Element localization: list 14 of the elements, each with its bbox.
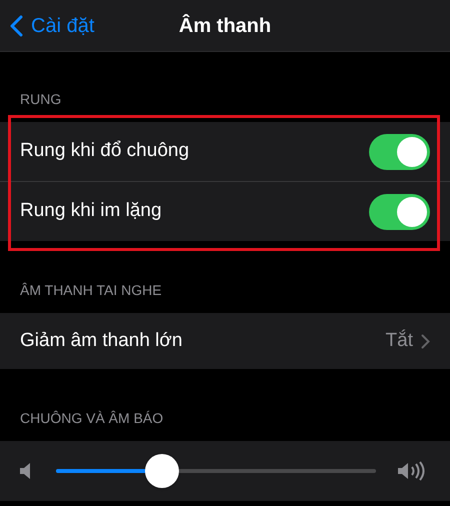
setting-label: Rung khi đổ chuông xyxy=(20,139,190,164)
back-chevron-icon xyxy=(10,14,23,36)
back-button[interactable]: Cài đặt xyxy=(0,10,94,40)
slider-thumb[interactable] xyxy=(144,454,179,488)
section-header: RUNG xyxy=(20,91,62,107)
page-title: Âm thanh xyxy=(178,13,272,38)
section-header: ÂM THANH TAI NGHE xyxy=(20,282,162,298)
setting-value: Tắt xyxy=(386,328,413,353)
setting-label: Rung khi im lặng xyxy=(20,199,162,224)
setting-label: Giảm âm thanh lớn xyxy=(20,328,182,353)
chevron-icon xyxy=(421,334,430,348)
toggle-switch[interactable] xyxy=(369,194,430,230)
toggle-switch[interactable] xyxy=(369,134,430,170)
section-header: CHUÔNG VÀ ÂM BÁO xyxy=(20,410,164,426)
